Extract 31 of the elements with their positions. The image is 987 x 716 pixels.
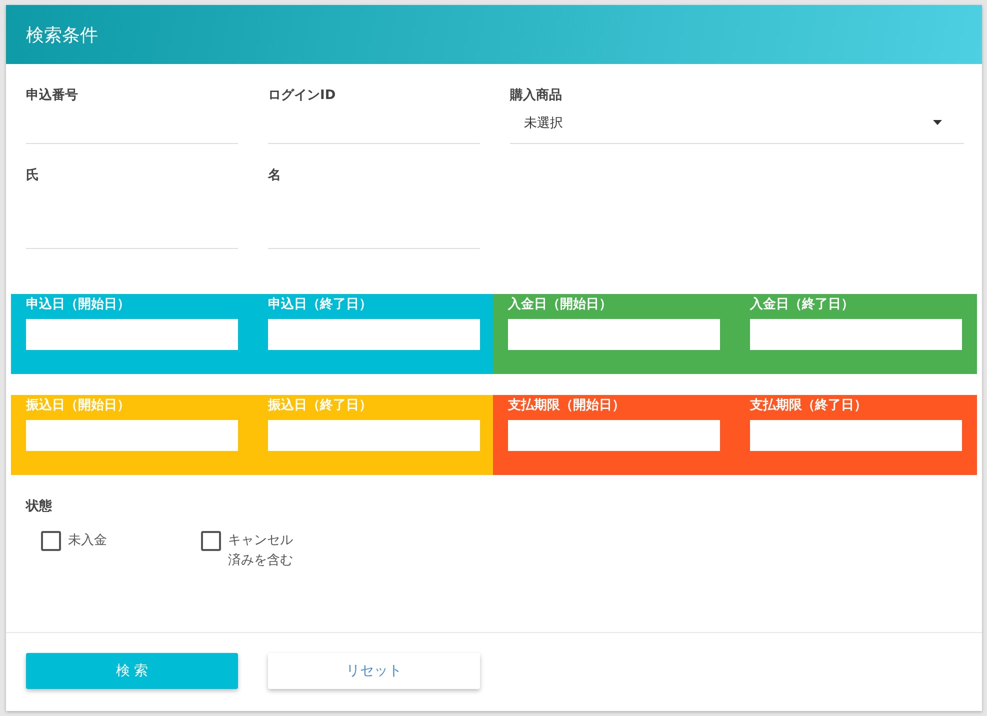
page-title: 検索条件 — [26, 24, 98, 46]
date-field[interactable] — [508, 319, 720, 350]
checkbox[interactable] — [201, 531, 221, 551]
checkbox[interactable] — [41, 531, 61, 551]
caret-icon — [933, 120, 942, 125]
date-label: 支払期限（終了日） — [750, 397, 868, 414]
date-field[interactable] — [268, 420, 480, 451]
field-label: 名 — [268, 167, 282, 184]
field-label: ログインID — [268, 87, 337, 104]
date-label: 振込日（終了日） — [268, 396, 373, 414]
search-button[interactable]: 検 索 — [26, 653, 238, 689]
date-label: 入金日（終了日） — [750, 296, 855, 313]
date-label: 振込日（開始日） — [26, 396, 131, 414]
date-field[interactable] — [750, 319, 962, 350]
date-field[interactable] — [750, 420, 962, 451]
reset-button[interactable]: リセット — [268, 653, 480, 689]
date-field[interactable] — [26, 319, 238, 350]
checkbox-label: キャンセル済みを含む — [228, 532, 293, 570]
status-label: 状態 — [26, 498, 53, 515]
date-field[interactable] — [26, 420, 238, 451]
field-label: 申込番号 — [26, 86, 79, 104]
field-label: 購入商品 — [510, 86, 563, 104]
checkbox-label: 未入金 — [68, 532, 108, 550]
product-select[interactable]: 未選択 — [510, 110, 964, 144]
date-field[interactable] — [268, 319, 480, 350]
field-label: 氏 — [26, 166, 40, 184]
date-label: 入金日（開始日） — [508, 296, 613, 313]
date-label: 申込日（開始日） — [26, 296, 131, 313]
date-label: 申込日（終了日） — [268, 296, 373, 313]
date-field[interactable] — [508, 420, 720, 451]
date-label: 支払期限（開始日） — [508, 397, 626, 414]
